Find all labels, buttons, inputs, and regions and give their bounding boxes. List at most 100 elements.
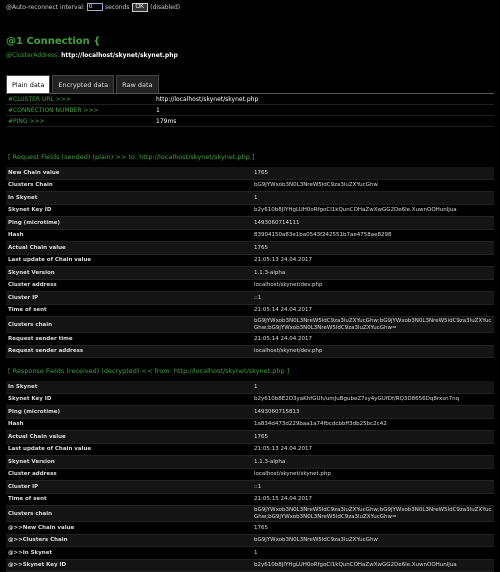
table-row: Hash83904150a83e1ba0543f242551b7ae4758ae… xyxy=(6,230,494,243)
table-row: Cluster IP::1 xyxy=(6,481,494,494)
field-name: Skynet Version xyxy=(6,459,254,465)
tab-plain-data[interactable]: Plain data xyxy=(6,75,50,93)
table-row: Skynet Version1.1.3-alpha xyxy=(6,456,494,469)
field-name: Cluster IP xyxy=(6,484,254,490)
field-name: Ping (microtime) xyxy=(6,220,254,226)
table-row: Last update of Chain value21:05:13 24.04… xyxy=(6,255,494,268)
ok-button[interactable]: OK xyxy=(132,3,149,12)
field-value: localhost/skynet/dev.php xyxy=(254,348,494,355)
table-row: Actual Chain value1765 xyxy=(6,242,494,255)
table-row: Last update of Chain value21:05:13 24.04… xyxy=(6,444,494,457)
table-row: Request sender time21:05:14 24.04.2017 xyxy=(6,333,494,346)
field-value: bG9jYWxob3N0L3NreW5ldC9za3luZXYucGhw;bG9… xyxy=(254,318,494,331)
field-value: 1765 xyxy=(254,434,494,441)
field-name: Clusters chain xyxy=(6,322,254,328)
field-value: 1765 xyxy=(254,245,494,252)
field-name: Cluster address xyxy=(6,282,254,288)
field-value: 1493060715813 xyxy=(254,409,494,416)
field-value: ::1 xyxy=(254,484,494,491)
table-row: Skynet Version1.1.3-alpha xyxy=(6,267,494,280)
field-name: Ping (microtime) xyxy=(6,409,254,415)
table-row: In Skynet1 xyxy=(6,381,494,394)
table-row: In Skynet1 xyxy=(6,192,494,205)
field-name: @>>Skynet Key ID xyxy=(6,562,254,568)
cluster-address-label: @ClusterAddress: xyxy=(6,52,59,59)
table-row: Clusters chainbG9jYWxob3N0L3NreW5ldC9za3… xyxy=(6,317,494,333)
summary-value: 1 xyxy=(156,107,160,114)
data-tabs: Plain data Encrypted data Raw data xyxy=(6,75,159,93)
table-row: Actual Chain value1765 xyxy=(6,431,494,444)
summary-value: 179ms xyxy=(156,118,176,125)
summary-key: #CLUSTER URL >>> xyxy=(6,96,156,103)
field-name: Cluster IP xyxy=(6,295,254,301)
table-row: Clusters chainbG9jYWxob3N0L3NreW5ldC9za3… xyxy=(6,506,494,522)
field-value: 1765 xyxy=(254,525,494,532)
field-name: Cluster address xyxy=(6,471,254,477)
field-name: New Chain value xyxy=(6,170,254,176)
field-value: 1 xyxy=(254,195,494,202)
field-value: localhost/skynet/dev.php xyxy=(254,282,494,289)
cluster-address: @ClusterAddress: http://localhost/skynet… xyxy=(6,52,178,59)
auto-reconnect-label: @Auto-reconnect interval: xyxy=(6,4,85,11)
cluster-address-url: http://localhost/skynet/skynet.php xyxy=(61,52,178,59)
field-value: bG9jYWxob3N0L3NreW5ldC9za3luZXYucGhw xyxy=(254,537,494,544)
field-name: Last update of Chain value xyxy=(6,257,254,263)
field-name: Clusters chain xyxy=(6,511,254,517)
field-name: Request sender time xyxy=(6,336,254,342)
response-heading: [ Response Fields (received) (decrypted)… xyxy=(8,367,289,375)
field-name: In Skynet xyxy=(6,384,254,390)
field-value: b2y610b8JIYHgLUH0oRfgoCl1kQunCOHaZwXwGG2… xyxy=(254,562,494,569)
field-value: 21:05:14 24.04.2017 xyxy=(254,307,494,314)
field-value: ::1 xyxy=(254,295,494,302)
field-name: Skynet Version xyxy=(6,270,254,276)
field-value: 1493060714111 xyxy=(254,220,494,227)
field-name: In Skynet xyxy=(6,195,254,201)
field-name: Time of sent xyxy=(6,307,254,313)
table-row: Cluster addresslocalhost/skynet/dev.php xyxy=(6,280,494,293)
summary-value: http://localhost/skynet/skynet.php xyxy=(156,96,258,103)
field-value: 1 xyxy=(254,384,494,391)
field-name: Clusters Chain xyxy=(6,182,254,188)
field-value: 1.1.3-alpha xyxy=(254,459,494,466)
auto-reconnect-bar: @Auto-reconnect interval: seconds OK (di… xyxy=(6,2,180,12)
field-name: Request sender address xyxy=(6,348,254,354)
field-value: bG9jYWxob3N0L3NreW5ldC9za3luZXYucGhw;bG9… xyxy=(254,507,494,520)
summary-key: #CONNECTION NUMBER >>> xyxy=(6,107,156,114)
table-row: @>>New Chain value1765 xyxy=(6,522,494,535)
field-value: 21:05:13 24.04.2017 xyxy=(254,446,494,453)
field-name: Time of sent xyxy=(6,496,254,502)
field-value: b2y610b8E2O3yaKhfGUh/umJuBgubeZ7sy4yGUfD… xyxy=(254,396,494,403)
field-name: @>>New Chain value xyxy=(6,525,254,531)
field-name: Actual Chain value xyxy=(6,434,254,440)
field-name: Skynet Key ID xyxy=(6,396,254,402)
response-table: In Skynet1Skynet Key IDb2y610b8E2O3yaKhf… xyxy=(6,381,494,572)
field-name: @>>Clusters Chain xyxy=(6,537,254,543)
connection-title: @1 Connection { xyxy=(6,36,100,47)
table-row: Skynet Key IDb2y610b8E2O3yaKhfGUh/umJuBg… xyxy=(6,394,494,407)
field-value: 1a834d473d229baa1a74fbcdcbbff3db25bc2c42 xyxy=(254,421,494,428)
interval-input[interactable] xyxy=(87,3,103,11)
table-row: Time of sent21:05:14 24.04.2017 xyxy=(6,305,494,318)
request-table: New Chain value1765Clusters ChainbG9jYWx… xyxy=(6,167,494,358)
field-value: 83904150a83e1ba0543f242551b7ae4758ae8298 xyxy=(254,232,494,239)
table-row: Ping (microtime)1493060714111 xyxy=(6,217,494,230)
field-name: @>>In Skynet xyxy=(6,550,254,556)
table-row: Cluster IP::1 xyxy=(6,292,494,305)
field-name: Actual Chain value xyxy=(6,245,254,251)
table-row: Ping (microtime)1493060715813 xyxy=(6,406,494,419)
summary-row: #CONNECTION NUMBER >>> 1 xyxy=(6,105,494,116)
field-value: bG9jYWxob3N0L3NreW5ldC9za3luZXYucGhw xyxy=(254,182,494,189)
field-value: 21:05:15 24.04.2017 xyxy=(254,496,494,503)
field-value: 21:05:13 24.04.2017 xyxy=(254,257,494,264)
field-value: 1765 xyxy=(254,170,494,177)
table-row: Clusters ChainbG9jYWxob3N0L3NreW5ldC9za3… xyxy=(6,180,494,193)
summary-row: #CLUSTER URL >>> http://localhost/skynet… xyxy=(6,94,494,105)
summary-key: #PING >>> xyxy=(6,118,156,125)
table-row: Skynet Key IDb2y610b8JIYHgLUH0oRfgoCl1kQ… xyxy=(6,205,494,218)
tab-encrypted-data[interactable]: Encrypted data xyxy=(52,75,114,93)
field-value: b2y610b8JIYHgLUH0oRfgoCl1kQunCOHaZwXwGG2… xyxy=(254,207,494,214)
seconds-label: seconds xyxy=(105,4,130,11)
field-name: Skynet Key ID xyxy=(6,207,254,213)
tab-raw-data[interactable]: Raw data xyxy=(116,75,158,93)
request-heading: [ Request Fields (sended) (plain) >> to:… xyxy=(8,153,255,161)
